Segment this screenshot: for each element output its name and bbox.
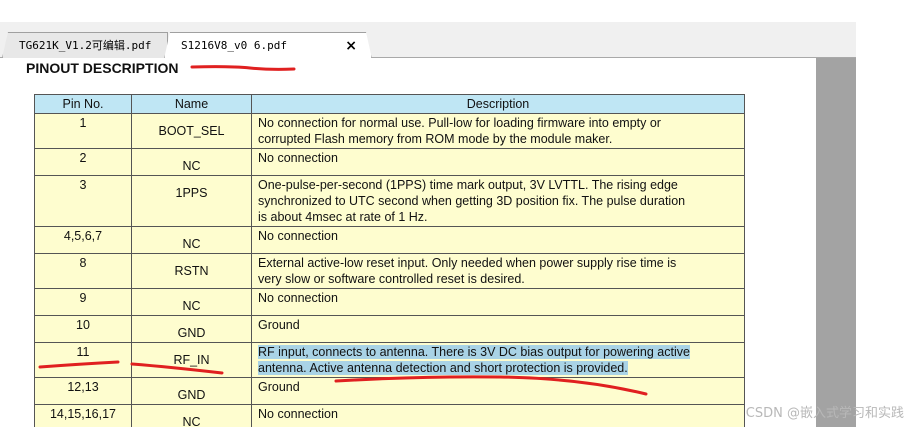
description-line: No connection: [258, 407, 338, 421]
scroll-gutter[interactable]: [816, 58, 856, 427]
description-line: synchronized to UTC second when getting …: [258, 194, 686, 208]
description-line: One-pulse-per-second (1PPS) time mark ou…: [258, 178, 678, 192]
pin-description-cell: External active-low reset input. Only ne…: [251, 253, 745, 289]
pin-name-cell: NC: [131, 404, 252, 427]
pin-number-cell: 11: [34, 342, 132, 378]
table-row: 4,5,6,7 NC No connection: [34, 226, 745, 254]
description-line: is about 4msec at rate of 1 Hz.: [258, 210, 428, 224]
pin-description-cell: No connection for normal use. Pull-low f…: [251, 113, 745, 149]
pin-description-cell: No connection: [251, 148, 745, 176]
tab-label: S1216V8_v0 6.pdf: [181, 39, 287, 52]
pin-number-cell: 12,13: [34, 377, 132, 405]
table-row: 10 GND Ground: [34, 315, 745, 343]
pin-name-cell: BOOT_SEL: [131, 113, 252, 149]
pin-description-cell: RF input, connects to antenna. There is …: [251, 342, 745, 378]
text-selection-highlight: antenna. Active antenna detection and sh…: [258, 361, 628, 375]
pin-description-cell: Ground: [251, 377, 745, 405]
table-row: 11 RF_IN RF input, connects to antenna. Th…: [34, 342, 745, 378]
column-header-name: Name: [131, 94, 252, 114]
pin-number-cell: 3: [34, 175, 132, 227]
column-header-description: Description: [251, 94, 745, 114]
description-line: RF input, connects to antenna. There is …: [258, 344, 738, 360]
description-line: External active-low reset input. Only ne…: [258, 256, 677, 270]
close-icon[interactable]: ×: [345, 33, 357, 59]
pin-description-cell: One-pulse-per-second (1PPS) time mark ou…: [251, 175, 745, 227]
description-line: corrupted Flash memory from ROM mode by …: [258, 132, 613, 146]
pin-name-cell: NC: [131, 148, 252, 176]
pin-description-cell: Ground: [251, 315, 745, 343]
pin-description-cell: No connection: [251, 404, 745, 427]
pin-name-cell: NC: [131, 288, 252, 316]
tab-s1216v8-pdf[interactable]: S1216V8_v0 6.pdf ×: [164, 32, 372, 59]
pin-number-cell: 4,5,6,7: [34, 226, 132, 254]
description-line: Ground: [258, 318, 300, 332]
watermark: CSDN @嵌入式学习和实践: [745, 406, 904, 421]
description-line: very slow or software controlled reset i…: [258, 272, 525, 286]
tab-label: TG621K_V1.2可编辑.pdf: [19, 39, 152, 52]
tab-tg621k-pdf[interactable]: TG621K_V1.2可编辑.pdf: [2, 32, 168, 58]
description-line: No connection: [258, 291, 338, 305]
pin-number-cell: 10: [34, 315, 132, 343]
description-line: No connection for normal use. Pull-low f…: [258, 116, 661, 130]
pin-name-cell: RF_IN: [131, 342, 252, 378]
table-row: 8 RSTN External active-low reset input. On…: [34, 253, 745, 289]
pinout-table: Pin No. Name Description 1 BOOT_SEL No con…: [34, 94, 745, 427]
blank-margin: [856, 0, 908, 427]
table-row: 1 BOOT_SEL No connection for normal use. P…: [34, 113, 745, 149]
pin-name-cell: NC: [131, 226, 252, 254]
pin-number-cell: 1: [34, 113, 132, 149]
tab-bar: TG621K_V1.2可编辑.pdf S1216V8_v0 6.pdf ×: [0, 22, 856, 58]
table-row: 14,15,16,17 NC No connection: [34, 404, 745, 427]
pin-description-cell: No connection: [251, 288, 745, 316]
pin-number-cell: 9: [34, 288, 132, 316]
pin-description-cell: No connection: [251, 226, 745, 254]
section-title: PINOUT DESCRIPTION: [26, 60, 179, 76]
description-line: No connection: [258, 151, 338, 165]
text-selection-highlight: RF input, connects to antenna. There is …: [258, 345, 690, 359]
pin-name-cell: 1PPS: [131, 175, 252, 227]
description-line: Ground: [258, 380, 300, 394]
pdf-page: PINOUT DESCRIPTION Pin No. Name Descript…: [0, 58, 816, 427]
table-row: 3 1PPS One-pulse-per-second (1PPS) time ma…: [34, 175, 745, 227]
table-row: 9 NC No connection: [34, 288, 745, 316]
description-line: No connection: [258, 229, 338, 243]
title-underline-mark: [190, 65, 296, 71]
column-header-pin: Pin No.: [34, 94, 132, 114]
pin-name-cell: RSTN: [131, 253, 252, 289]
table-header-row: Pin No. Name Description: [34, 94, 745, 114]
pin-number-cell: 14,15,16,17: [34, 404, 132, 427]
table-row: 2 NC No connection: [34, 148, 745, 176]
pin-name-cell: GND: [131, 315, 252, 343]
table-row: 12,13 GND Ground: [34, 377, 745, 405]
description-line: antenna. Active antenna detection and sh…: [258, 360, 738, 376]
pin-number-cell: 2: [34, 148, 132, 176]
pin-number-cell: 8: [34, 253, 132, 289]
pin-name-cell: GND: [131, 377, 252, 405]
